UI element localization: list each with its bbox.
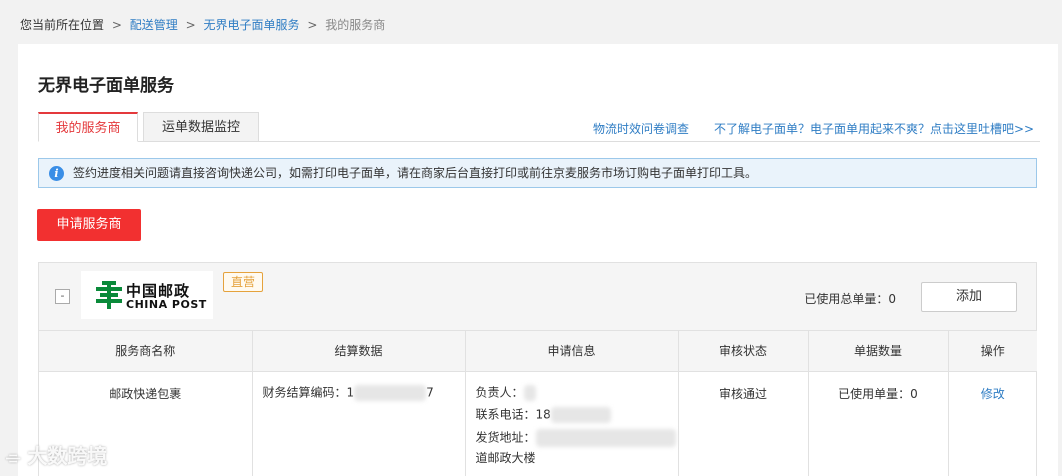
col-settlement: 结算数据 [252, 331, 466, 372]
settlement-code-label: 财务结算编码：1 [262, 385, 355, 399]
china-post-logo: 中国邮政 CHINA POST [81, 271, 213, 319]
breadcrumb: 您当前所在位置 > 配送管理 > 无界电子面单服务 > 我的服务商 [20, 16, 385, 36]
notice-text: 签约进度相关问题请直接咨询快递公司，如需打印电子面单，请在商家后台直接打印或前往… [73, 166, 758, 180]
col-application: 申请信息 [465, 331, 679, 372]
page-title: 无界电子面单服务 [38, 76, 174, 96]
provider-card: - 中国邮政 CHINA POST 直营 已使用总单量：0 添加 服务商名称 结… [38, 262, 1037, 476]
provider-name: 邮政快递包裹 [109, 386, 182, 401]
table-header-row: 服务商名称 结算数据 申请信息 审核状态 单据数量 操作 [39, 331, 1037, 372]
col-provider-name: 服务商名称 [39, 331, 253, 372]
breadcrumb-delivery-link[interactable]: 配送管理 [130, 18, 178, 32]
redacted-block [354, 384, 427, 401]
col-bill-count: 单据数量 [808, 331, 949, 372]
application-cell: 负责人： 联系电话：18 发货地址： 道邮政大楼 [465, 371, 679, 476]
direct-operated-badge: 直营 [223, 272, 264, 292]
logo-en-text: CHINA POST [126, 298, 207, 311]
bill-count-cell: 已使用单量：0 [808, 371, 949, 476]
settlement-cell: 财务结算编码：1 7 [252, 371, 466, 476]
used-total-count: 已使用总单量：0 [804, 292, 896, 306]
settlement-code-tail: 7 [426, 385, 434, 399]
col-action: 操作 [948, 331, 1037, 372]
review-status: 审核通过 [718, 386, 767, 401]
action-cell: 修改 [948, 371, 1037, 476]
watermark-text: 大数跨境 [27, 444, 108, 468]
edit-link[interactable]: 修改 [981, 387, 1005, 401]
tab-waybill-monitor[interactable]: 运单数据监控 [143, 112, 259, 142]
info-icon: i [49, 166, 64, 181]
contact-person-label: 负责人： [475, 385, 524, 399]
bill-count: 已使用单量：0 [838, 386, 918, 401]
ship-address-label: 发货地址： [475, 430, 536, 444]
redacted-block [550, 406, 611, 423]
tab-my-providers[interactable]: 我的服务商 [38, 112, 138, 142]
breadcrumb-sep: > [111, 18, 122, 32]
survey-link[interactable]: 物流时效问卷调查 [593, 120, 689, 137]
breadcrumb-sep: > [307, 18, 318, 32]
feedback-link[interactable]: 不了解电子面单？电子面单用起来不爽？点击这里吐槽吧>> [714, 120, 1034, 137]
contact-phone-label: 联系电话：18 [475, 407, 551, 421]
collapse-toggle[interactable]: - [55, 289, 70, 304]
watermark-logo-icon: ⌯ [6, 447, 21, 468]
breadcrumb-current: 我的服务商 [325, 18, 386, 32]
redacted-block [523, 384, 536, 401]
ship-address-tail: 道邮政大楼 [475, 450, 536, 465]
watermark: ⌯ 大数跨境 [6, 440, 107, 470]
review-status-cell: 审核通过 [678, 371, 809, 476]
provider-table: 服务商名称 结算数据 申请信息 审核状态 单据数量 操作 邮政快递包裹 财务结算… [39, 331, 1037, 476]
col-review-status: 审核状态 [678, 331, 809, 372]
breadcrumb-eface-link[interactable]: 无界电子面单服务 [203, 18, 299, 32]
main-panel: 无界电子面单服务 我的服务商 运单数据监控 物流时效问卷调查 不了解电子面单？电… [18, 44, 1058, 476]
table-row: 邮政快递包裹 财务结算编码：1 7 负责人： 联系电话：18 发货地址： 道邮政大… [39, 371, 1037, 476]
provider-card-header: - 中国邮政 CHINA POST 直营 已使用总单量：0 添加 [39, 263, 1036, 331]
breadcrumb-sep: > [185, 18, 196, 32]
redacted-block [535, 428, 676, 447]
notice-bar: i 签约进度相关问题请直接咨询快递公司，如需打印电子面单，请在商家后台直接打印或… [38, 158, 1037, 188]
apply-provider-button[interactable]: 申请服务商 [37, 209, 141, 241]
breadcrumb-prefix: 您当前所在位置 [20, 18, 105, 32]
china-post-emblem-icon [96, 281, 122, 309]
add-button[interactable]: 添加 [921, 282, 1017, 312]
